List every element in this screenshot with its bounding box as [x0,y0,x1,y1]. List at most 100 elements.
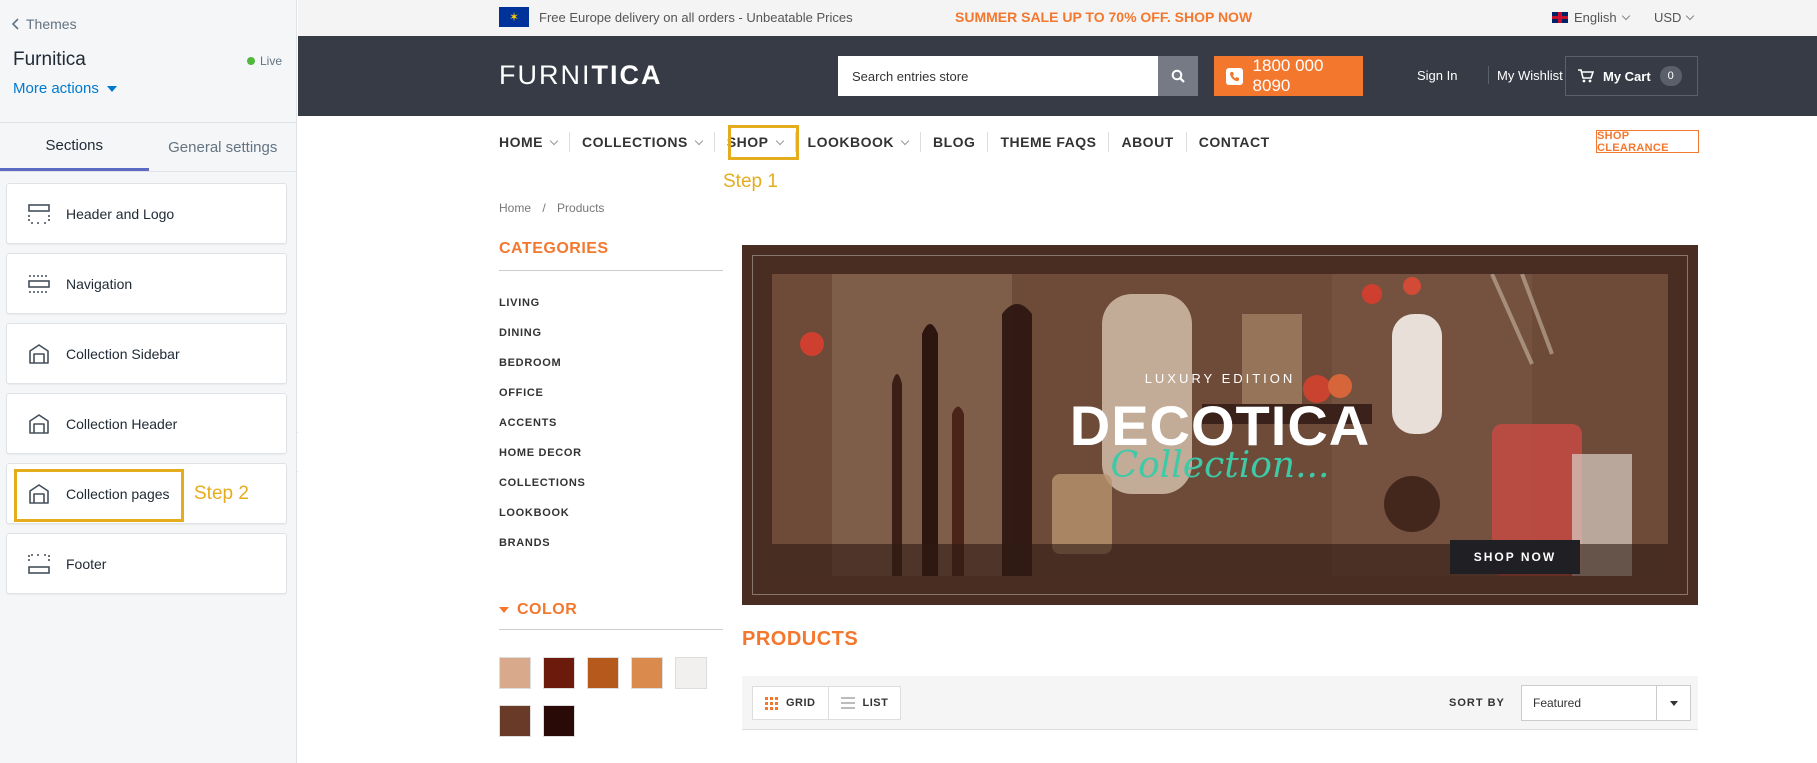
chevron-down-icon [1686,11,1695,21]
category-item[interactable]: ACCENTS [499,417,586,447]
nav-about[interactable]: ABOUT [1109,132,1187,152]
header-layout-icon [28,204,50,224]
tab-general-settings[interactable]: General settings [149,123,298,171]
list-view-button[interactable]: LIST [827,687,901,719]
promo-bar: ✶ Free Europe delivery on all orders - U… [298,0,1817,36]
footer-layout-icon [28,554,50,574]
breadcrumb-separator: / [542,201,546,215]
nav-lookbook[interactable]: LOOKBOOK [796,132,921,152]
theme-name: Furnitica [13,49,86,70]
nav-collections[interactable]: COLLECTIONS [570,132,715,152]
color-swatch[interactable] [631,657,663,689]
summer-sale-link[interactable]: SUMMER SALE UP TO 70% OFF. SHOP NOW [955,9,1252,25]
section-label: Header and Logo [66,206,175,222]
chevron-left-icon [11,18,19,30]
logo-text-light: FURNI [499,60,592,90]
cart-button[interactable]: My Cart 0 [1565,56,1698,96]
category-item[interactable]: HOME DECOR [499,447,586,477]
nav-label: COLLECTIONS [582,134,688,150]
grid-view-button[interactable]: GRID [753,687,828,719]
wishlist-link[interactable]: My Wishlist [1487,68,1563,83]
category-list: LIVING DINING BEDROOM OFFICE ACCENTS HOM… [499,297,586,567]
color-swatch[interactable] [675,657,707,689]
list-view-label: LIST [862,697,889,709]
phone-icon [1226,67,1243,85]
nav-contact[interactable]: CONTACT [1187,132,1282,152]
nav-label: ABOUT [1121,134,1174,150]
step2-highlight [14,469,184,522]
nav-label: CONTACT [1198,134,1270,150]
category-item[interactable]: LOOKBOOK [499,507,586,537]
breadcrumb-home[interactable]: Home [499,201,531,215]
category-item[interactable]: LIVING [499,297,586,327]
uk-flag-icon [1552,12,1568,23]
color-swatch[interactable] [499,657,531,689]
nav-blog[interactable]: BLOG [921,132,989,152]
step1-highlight [728,125,799,160]
nav-label: THEME FAQS [1000,134,1097,150]
color-swatch[interactable] [587,657,619,689]
collection-icon [29,414,49,434]
logo-text-bold: TICA [591,60,663,90]
section-footer[interactable]: Footer [6,533,287,594]
themes-back-label: Themes [26,16,77,32]
section-label: Footer [66,556,107,572]
grid-view-label: GRID [786,697,816,709]
editor-tabs: Sections General settings [0,122,297,172]
color-swatch[interactable] [543,705,575,737]
section-collection-sidebar[interactable]: Collection Sidebar [6,323,287,384]
search-input[interactable] [838,56,1158,96]
section-collection-header[interactable]: Collection Header [6,393,287,454]
category-item[interactable]: BRANDS [499,537,586,567]
step1-label: Step 1 [723,171,778,192]
nav-label: HOME [499,134,543,150]
banner-script-text: Collection... [1110,445,1330,486]
live-status-label: Live [260,54,283,68]
search-box [838,56,1160,96]
delivery-message: Free Europe delivery on all orders - Unb… [539,10,853,25]
categories-title: CATEGORIES [499,240,609,257]
shop-clearance-button[interactable]: SHOP CLEARANCE [1596,130,1699,154]
phone-number: 1800 000 8090 [1252,56,1324,95]
sort-select[interactable]: Featured [1521,685,1691,721]
nav-label: BLOG [932,134,976,150]
language-selector[interactable]: English [1552,10,1630,25]
section-navigation[interactable]: Navigation [6,253,287,314]
products-title: PRODUCTS [742,628,859,650]
sign-in-link[interactable]: Sign In [1417,68,1457,83]
nav-theme-faqs[interactable]: THEME FAQS [988,132,1110,152]
section-header-and-logo[interactable]: Header and Logo [6,183,287,244]
color-swatch[interactable] [543,657,575,689]
chevron-down-icon [694,136,704,145]
store-logo[interactable]: FURNITICA [499,60,663,91]
color-filter-title[interactable]: COLOR [499,601,577,619]
themes-back-link[interactable]: Themes [11,16,77,32]
theme-editor-sidebar: Themes Furnitica Live More actions Secti… [0,0,297,763]
live-dot-icon [247,57,255,65]
product-toolbar: GRID LIST SORT BY Featured [742,676,1698,730]
section-label: Collection Header [66,416,178,432]
sort-by-label: SORT BY [1449,697,1505,709]
tab-sections[interactable]: Sections [0,123,149,171]
nav-home[interactable]: HOME [499,132,570,152]
cart-count-badge: 0 [1659,66,1682,86]
shop-now-button[interactable]: SHOP NOW [1450,540,1580,574]
category-item[interactable]: OFFICE [499,387,586,417]
step2-label: Step 2 [194,483,249,504]
color-swatch[interactable] [499,705,531,737]
currency-label: USD [1654,10,1682,25]
color-filter-label: COLOR [517,601,578,618]
phone-button[interactable]: 1800 000 8090 [1214,56,1363,96]
category-item[interactable]: BEDROOM [499,357,586,387]
search-button[interactable] [1158,56,1198,96]
cart-label: My Cart [1603,68,1651,84]
more-actions-button[interactable]: More actions [13,80,117,97]
caret-down-icon [1656,686,1690,720]
category-item[interactable]: DINING [499,327,586,357]
category-item[interactable]: COLLECTIONS [499,477,586,507]
store-header: FURNITICA 1800 000 8090 Sign In My Wishl… [298,36,1817,116]
search-icon [1171,69,1185,83]
chevron-down-icon [549,136,559,145]
currency-selector[interactable]: USD [1654,10,1695,25]
chevron-down-icon [1621,11,1630,21]
